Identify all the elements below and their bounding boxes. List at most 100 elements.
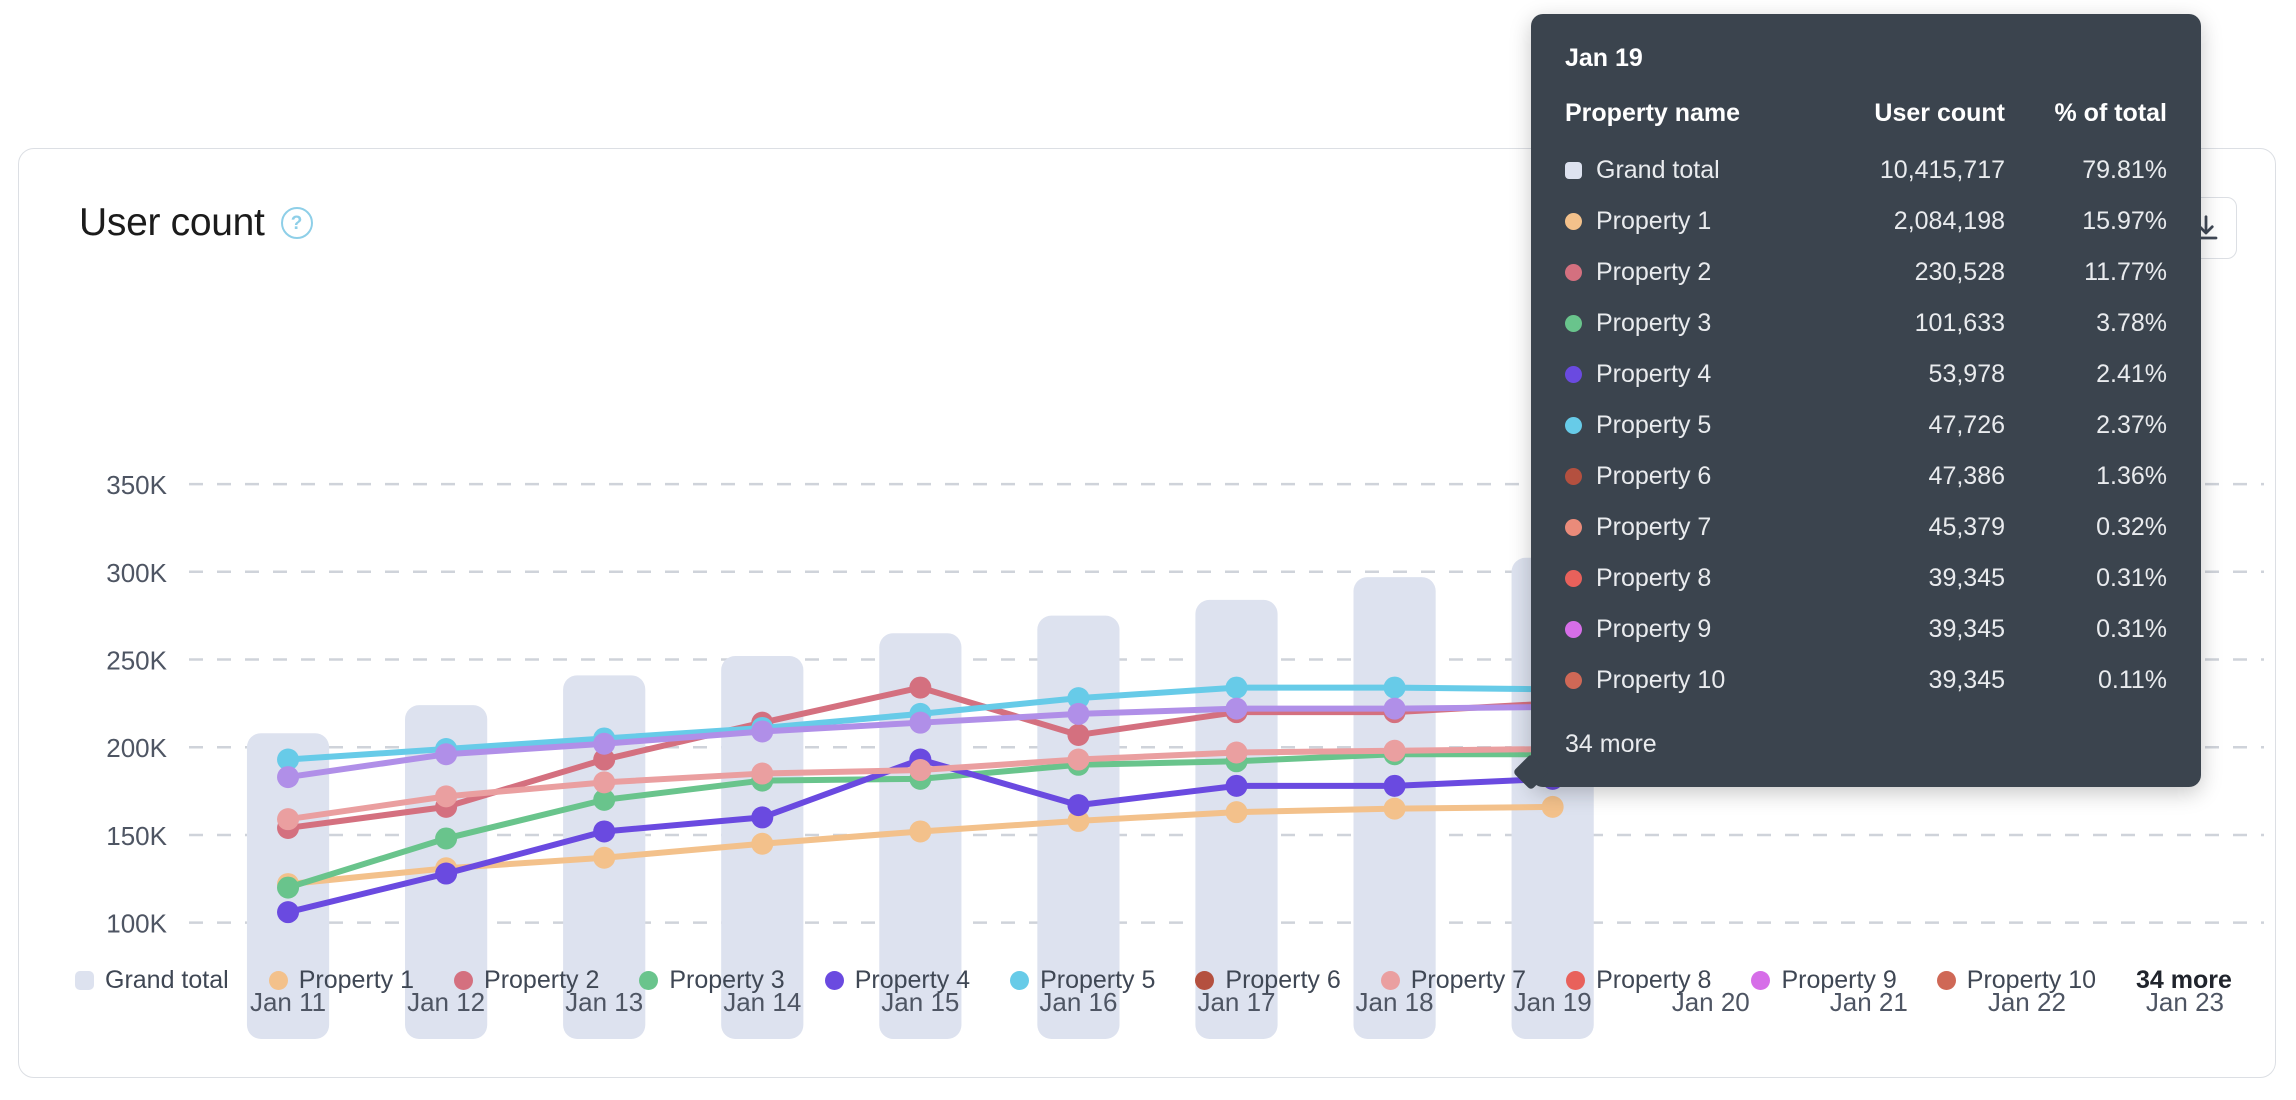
series-data-point[interactable]	[1541, 795, 1564, 818]
legend-item-property-4[interactable]: Property 4	[824, 966, 971, 995]
legend-color-swatch	[1195, 971, 1215, 990]
legend-item-label: Property 2	[484, 966, 600, 994]
series-name: Property 5	[1596, 411, 1712, 439]
y-axis-tick-label: 300K	[106, 558, 167, 588]
series-data-point[interactable]	[593, 820, 616, 843]
series-data-point[interactable]	[751, 720, 774, 743]
tooltip-more-link[interactable]: 34 more	[1565, 730, 2167, 759]
series-data-point[interactable]	[1383, 676, 1406, 699]
tooltip-row-pct: 15.97%	[2082, 207, 2167, 235]
tooltip-row-count: 10,415,717	[1879, 156, 2006, 184]
tooltip-row-count: 39,345	[1928, 615, 2006, 643]
tooltip-row: Property 10 39,345 0.11%	[1565, 655, 2167, 706]
series-data-point[interactable]	[435, 785, 458, 808]
tooltip-row: Property 8 39,345 0.31%	[1565, 553, 2167, 604]
tooltip-row: Property 5 47,726 2.37%	[1565, 400, 2167, 451]
tooltip-col-pct: % of total	[2054, 99, 2168, 127]
series-data-point[interactable]	[435, 827, 458, 850]
tooltip-row-count: 2,084,198	[1893, 207, 2006, 235]
tooltip-row: Property 3 101,633 3.78%	[1565, 298, 2167, 349]
legend-item-label: Property 1	[298, 966, 415, 994]
tooltip-row: Property 4 53,978 2.41%	[1565, 349, 2167, 400]
tooltip-col-count: User count	[1874, 99, 2006, 127]
series-data-point[interactable]	[593, 846, 616, 869]
series-data-point[interactable]	[277, 876, 300, 899]
series-data-point[interactable]	[435, 862, 458, 885]
y-axis-tick-label: 200K	[106, 733, 167, 763]
tooltip-row-pct: 0.31%	[2096, 564, 2167, 592]
series-name: Property 7	[1596, 513, 1712, 541]
series-data-point[interactable]	[277, 766, 300, 789]
series-data-point[interactable]	[909, 711, 932, 734]
tooltip-row-name: Property 3	[1565, 298, 1817, 349]
series-data-point[interactable]	[1067, 748, 1090, 771]
series-name: Property 8	[1596, 564, 1712, 592]
legend-item-property-6[interactable]: Property 6	[1195, 966, 1341, 995]
tooltip-row-count: 47,386	[1928, 462, 2006, 490]
series-color-swatch	[1565, 672, 1582, 689]
tooltip-header-row: Property name User count % of total	[1565, 99, 2167, 145]
legend-item-property-1[interactable]: Property 1	[268, 966, 415, 995]
tooltip-row-count: 53,978	[1928, 360, 2006, 388]
legend-item-property-7[interactable]: Property 7	[1380, 966, 1526, 995]
series-data-point[interactable]	[751, 806, 774, 829]
series-data-point[interactable]	[1067, 723, 1090, 746]
series-data-point[interactable]	[1225, 774, 1248, 797]
tooltip-row-pct: 3.78%	[2096, 309, 2167, 337]
series-data-point[interactable]	[1383, 797, 1406, 820]
legend-item-property-8[interactable]: Property 8	[1566, 966, 1711, 995]
legend-item-property-9[interactable]: Property 9	[1751, 966, 1897, 995]
series-data-point[interactable]	[277, 901, 300, 924]
legend-more-link[interactable]: 34 more	[2136, 966, 2232, 995]
series-data-point[interactable]	[435, 743, 458, 766]
series-color-swatch	[1565, 519, 1582, 536]
series-data-point[interactable]	[1383, 739, 1406, 762]
tooltip-row-pct: 11.77%	[2084, 258, 2167, 286]
tooltip-row-count: 101,633	[1914, 309, 2006, 337]
legend-item-label: Property 4	[854, 966, 971, 994]
legend-item-property-3[interactable]: Property 3	[639, 966, 785, 995]
legend-color-swatch	[1936, 971, 1956, 990]
tooltip-row-pct: 1.36%	[2096, 462, 2167, 490]
series-data-point[interactable]	[909, 820, 932, 843]
tooltip-row-count: 45,379	[1928, 513, 2006, 541]
series-data-point[interactable]	[1225, 676, 1248, 699]
tooltip-row-name: Grand total	[1565, 145, 1817, 196]
tooltip-row: Property 1 2,084,198 15.97%	[1565, 196, 2167, 247]
legend-color-swatch	[454, 971, 474, 990]
y-axis-tick-label: 150K	[106, 821, 167, 851]
legend-item-label: Property 9	[1781, 966, 1897, 994]
series-data-point[interactable]	[751, 832, 774, 855]
series-data-point[interactable]	[1225, 741, 1248, 764]
series-data-point[interactable]	[751, 762, 774, 785]
tooltip-row-pct: 2.41%	[2096, 360, 2167, 388]
legend-color-swatch	[824, 971, 844, 990]
series-data-point[interactable]	[1067, 702, 1090, 725]
series-data-point[interactable]	[593, 732, 616, 755]
series-data-point[interactable]	[1383, 774, 1406, 797]
series-data-point[interactable]	[1067, 794, 1090, 817]
series-color-swatch	[1565, 570, 1582, 587]
legend-color-swatch	[639, 971, 659, 990]
series-data-point[interactable]	[909, 676, 932, 699]
tooltip-row-name: Property 8	[1565, 553, 1817, 604]
legend-item-property-10[interactable]: Property 10	[1936, 966, 2096, 995]
series-name: Property 1	[1596, 207, 1712, 235]
legend-item-label: Property 5	[1040, 966, 1156, 994]
legend-item-property-5[interactable]: Property 5	[1010, 966, 1155, 995]
tooltip-row-name: Property 1	[1565, 196, 1817, 247]
legend-item-property-2[interactable]: Property 2	[454, 966, 599, 995]
series-data-point[interactable]	[909, 759, 932, 782]
tooltip-row-pct: 0.31%	[2096, 615, 2167, 643]
series-data-point[interactable]	[593, 771, 616, 794]
legend-item-label: Property 8	[1596, 966, 1712, 994]
series-data-point[interactable]	[277, 808, 300, 831]
legend-item-grand-total[interactable]: Grand total	[75, 966, 229, 995]
tooltip-row-count: 47,726	[1928, 411, 2006, 439]
series-data-point[interactable]	[1383, 697, 1406, 720]
series-data-point[interactable]	[1225, 697, 1248, 720]
series-data-point[interactable]	[1225, 801, 1248, 824]
series-name: Property 10	[1596, 666, 1726, 694]
y-axis-tick-label: 250K	[106, 646, 167, 676]
tooltip-row: Property 2 230,528 11.77%	[1565, 247, 2167, 298]
